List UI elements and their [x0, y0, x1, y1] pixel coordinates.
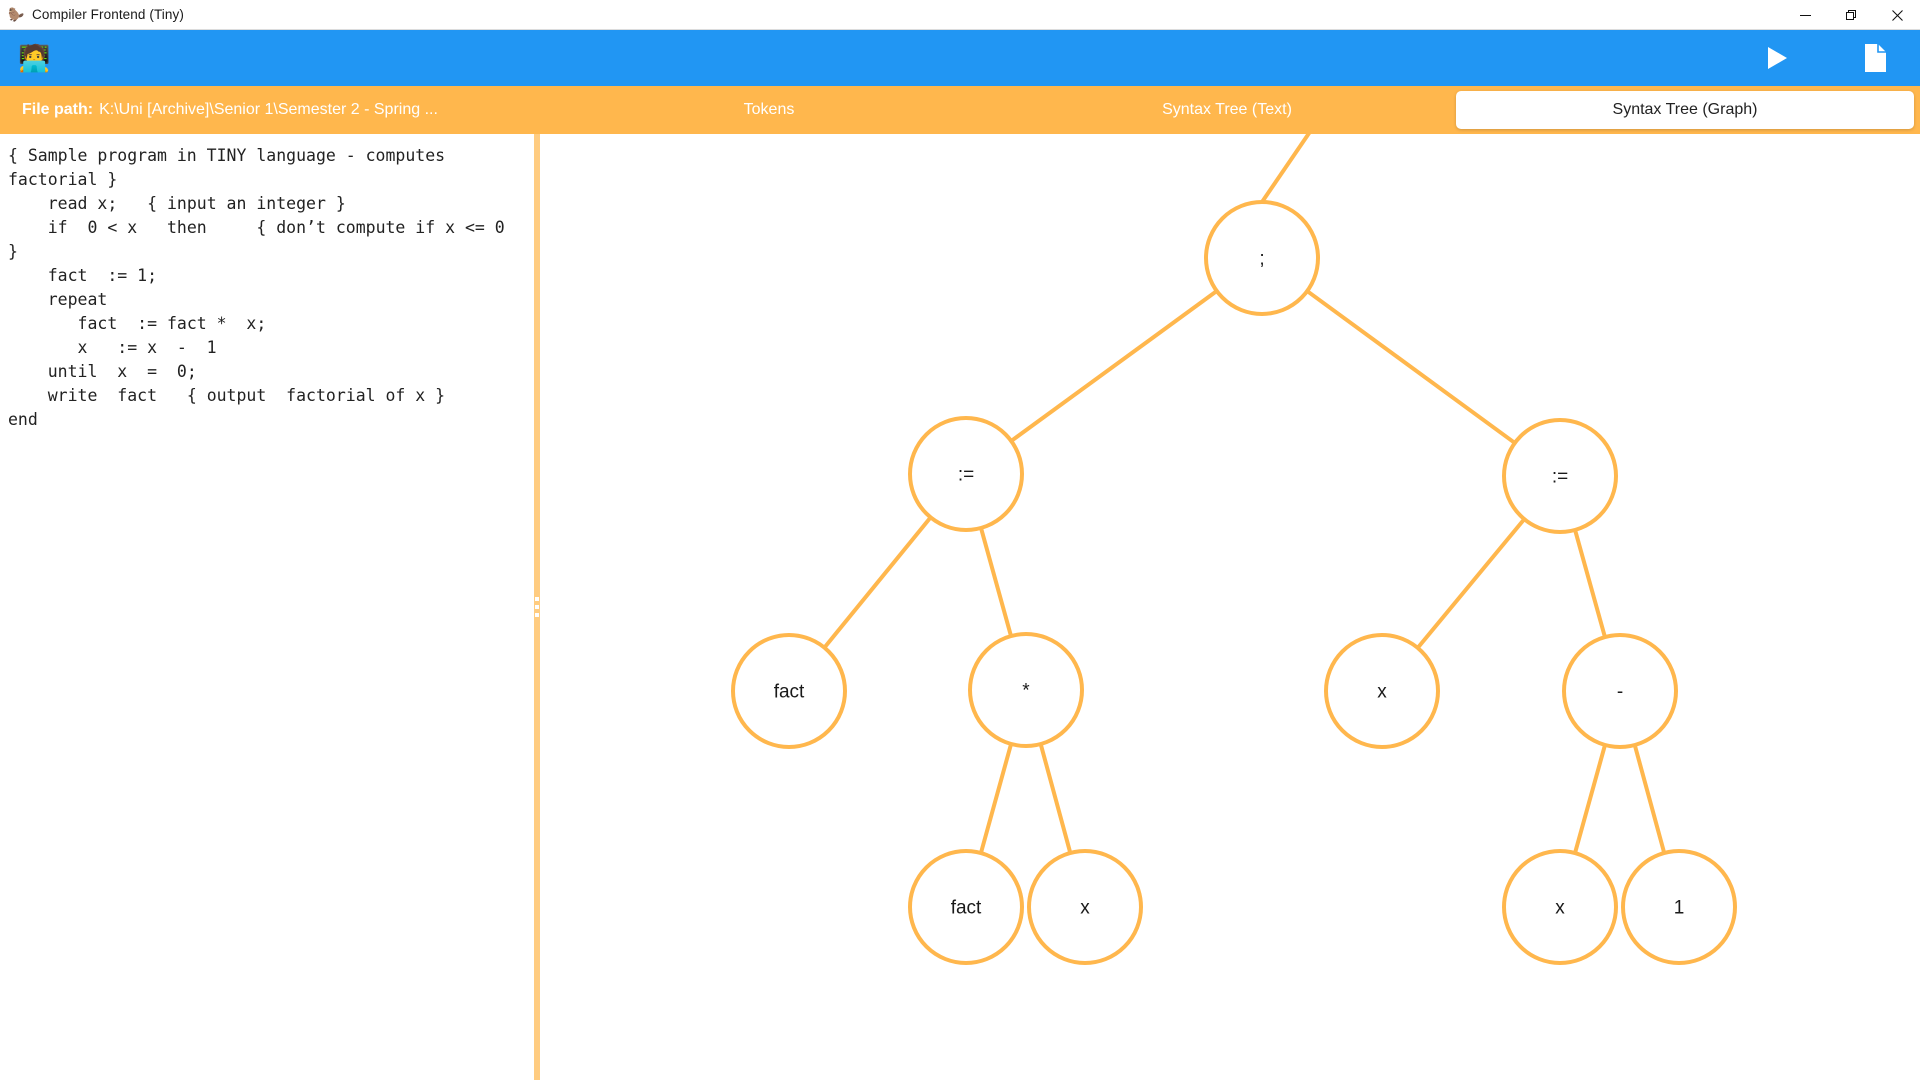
person-at-laptop-icon: 🧑‍💻: [18, 43, 51, 73]
new-file-button[interactable]: [1858, 41, 1892, 75]
toolbar-actions: [1760, 30, 1892, 86]
graph-edge-asgn_l-to-mul: [979, 527, 1013, 637]
tab-syntax-tree-graph-label: Syntax Tree (Graph): [1612, 101, 1758, 118]
minimize-button[interactable]: [1782, 0, 1828, 30]
file-path-label: File path:: [22, 101, 94, 118]
tab-syntax-tree-text-label: Syntax Tree (Text): [1162, 101, 1292, 118]
tab-syntax-tree-graph[interactable]: Syntax Tree (Graph): [1456, 91, 1914, 129]
syntax-tree-graph: ; := := fact * x - fact x x 1: [731, 134, 1737, 965]
window-titlebar: 🦫 Compiler Frontend (Tiny): [0, 0, 1920, 30]
graph-node-asgn_r[interactable]: :=: [1502, 418, 1618, 534]
source-code-editor[interactable]: { Sample program in TINY language - comp…: [0, 134, 534, 1080]
minimize-icon: [1799, 14, 1811, 16]
graph-node-fact_1[interactable]: fact: [731, 633, 847, 749]
graph-node-fact_2[interactable]: fact: [908, 849, 1024, 965]
graph-node-mul[interactable]: *: [968, 632, 1084, 748]
splitter-grip-icon: [535, 597, 539, 617]
graph-node-x_3[interactable]: x: [1502, 849, 1618, 965]
graph-node-label: :=: [1552, 467, 1568, 488]
run-button[interactable]: [1760, 41, 1794, 75]
edge-to-offscreen-parent-up: [1260, 134, 1311, 204]
graph-edge-mul-to-fact_2: [978, 743, 1014, 854]
graph-node-x_1[interactable]: x: [1324, 633, 1440, 749]
tab-tokens-label: Tokens: [743, 101, 795, 118]
graph-node-label: fact: [951, 898, 982, 919]
file-path-display[interactable]: File path: K:\Uni [Archive]\Senior 1\Sem…: [0, 86, 540, 134]
close-icon: [1891, 9, 1903, 21]
graph-node-label: *: [1022, 681, 1030, 702]
graph-node-x_2[interactable]: x: [1027, 849, 1143, 965]
syntax-tree-graph-canvas[interactable]: ; := := fact * x - fact x x 1: [540, 134, 1920, 1080]
header-bar: File path: K:\Uni [Archive]\Senior 1\Sem…: [0, 86, 1920, 134]
graph-node-label: x: [1080, 898, 1090, 919]
graph-node-sub[interactable]: -: [1562, 633, 1678, 749]
graph-node-one[interactable]: 1: [1621, 849, 1737, 965]
graph-nodes-layer: ; := := fact * x - fact x x 1: [731, 200, 1737, 965]
app-icon: 🦫: [8, 6, 25, 22]
restore-button[interactable]: [1828, 0, 1874, 30]
tab-syntax-tree-text[interactable]: Syntax Tree (Text): [998, 91, 1456, 129]
graph-edge-asgn_r-to-x_1: [1416, 517, 1526, 650]
main-toolbar: 🧑‍💻: [0, 30, 1920, 86]
graph-edge-seq-to-asgn_l: [1010, 289, 1218, 443]
graph-edge-seq-to-asgn_r: [1306, 289, 1516, 445]
graph-node-label: x: [1377, 682, 1387, 703]
graph-node-label: -: [1617, 682, 1623, 703]
source-code-text[interactable]: { Sample program in TINY language - comp…: [8, 144, 522, 432]
tab-tokens[interactable]: Tokens: [540, 91, 998, 129]
graph-edge-mul-to-x_2: [1038, 743, 1073, 854]
view-tabs: Tokens Syntax Tree (Text) Syntax Tree (G…: [540, 86, 1920, 134]
graph-node-seq[interactable]: ;: [1204, 200, 1320, 316]
window-title: Compiler Frontend (Tiny): [32, 7, 184, 22]
graph-node-label: :=: [958, 465, 974, 486]
close-button[interactable]: [1874, 0, 1920, 30]
graph-edge-sub-to-x_3: [1573, 744, 1607, 854]
graph-node-asgn_l[interactable]: :=: [908, 416, 1024, 532]
main-content: { Sample program in TINY language - comp…: [0, 134, 1920, 1080]
graph-edge-asgn_l-to-fact_1: [822, 516, 933, 649]
graph-edge-sub-to-one: [1632, 744, 1667, 854]
graph-node-label: fact: [774, 682, 805, 703]
play-run-icon: [1768, 47, 1787, 69]
window-controls: [1782, 0, 1920, 30]
file-path-value: K:\Uni [Archive]\Senior 1\Semester 2 - S…: [99, 101, 438, 118]
graph-edge-asgn_r-to-sub: [1573, 529, 1607, 638]
graph-node-label: 1: [1674, 898, 1685, 919]
new-file-icon: [1865, 44, 1886, 72]
graph-node-label: x: [1555, 898, 1565, 919]
restore-icon: [1845, 9, 1856, 20]
graph-node-label: ;: [1259, 249, 1264, 270]
